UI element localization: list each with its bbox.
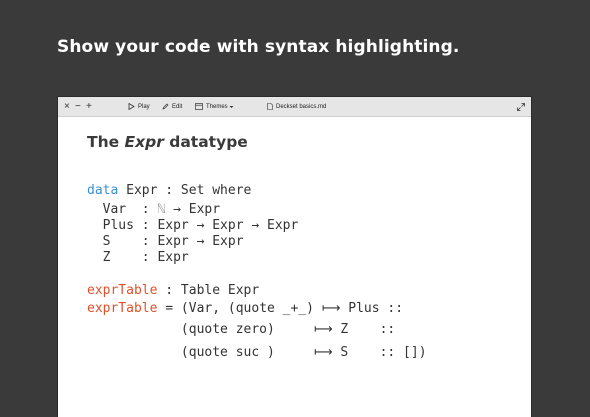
- code-line-7: exprTable = (Var, (quote _+_) ⟼ Plus ::: [87, 301, 403, 317]
- code-function-name: exprTable: [87, 301, 158, 316]
- document-name: Deckset basics.md: [267, 97, 326, 116]
- code-line-4: S : Expr → Expr: [87, 234, 244, 249]
- play-icon: [128, 103, 135, 110]
- code-line-1: data Expr : Set where: [87, 183, 251, 199]
- code-text: = (Var, (quote _+_) ⟼ Plus ::: [157, 301, 404, 316]
- deckset-window: × − + Play Edit Themes Deckset basics.md…: [58, 97, 531, 417]
- expand-icon: [517, 102, 525, 111]
- code-function-name: exprTable: [87, 283, 158, 298]
- code-text: Expr : Set where: [118, 183, 252, 198]
- title-suffix: datatype: [163, 133, 248, 151]
- play-button[interactable]: Play: [128, 97, 150, 116]
- code-line-6: exprTable : Table Expr: [87, 283, 259, 299]
- themes-label: Themes: [206, 103, 228, 110]
- minimize-button[interactable]: −: [75, 97, 81, 116]
- code-line-5: Z : Expr: [87, 250, 189, 265]
- code-keyword: data: [87, 183, 119, 198]
- themes-dropdown[interactable]: Themes: [195, 97, 234, 116]
- play-label: Play: [138, 103, 150, 110]
- code-text: : Table Expr: [157, 283, 260, 298]
- code-line-2: Var : ℕ → Expr: [87, 202, 220, 218]
- title-prefix: The: [87, 133, 125, 151]
- headline: Show your code with syntax highlighting.: [57, 37, 460, 57]
- pencil-icon: [162, 103, 169, 110]
- document-icon: [267, 103, 273, 110]
- edit-label: Edit: [172, 103, 183, 110]
- code-line-3: Plus : Expr → Expr → Expr: [87, 218, 299, 233]
- title-emphasis: Expr: [124, 133, 164, 151]
- code-text: → Expr: [165, 202, 221, 217]
- code-line-9: (quote suc ) ⟼ S :: []): [87, 345, 427, 360]
- maximize-button[interactable]: +: [86, 97, 92, 116]
- toolbar: × − + Play Edit Themes Deckset basics.md: [58, 97, 531, 117]
- edit-button[interactable]: Edit: [162, 97, 182, 116]
- chevron-down-icon: [229, 105, 234, 109]
- close-button[interactable]: ×: [64, 97, 70, 116]
- code-line-8: (quote zero) ⟼ Z ::: [87, 322, 396, 337]
- slide-title: The Expr datatype: [87, 133, 248, 151]
- themes-icon: [195, 103, 203, 110]
- code-text: Var :: [87, 202, 158, 217]
- document-title: Deckset basics.md: [276, 103, 327, 110]
- fullscreen-button[interactable]: [517, 97, 525, 116]
